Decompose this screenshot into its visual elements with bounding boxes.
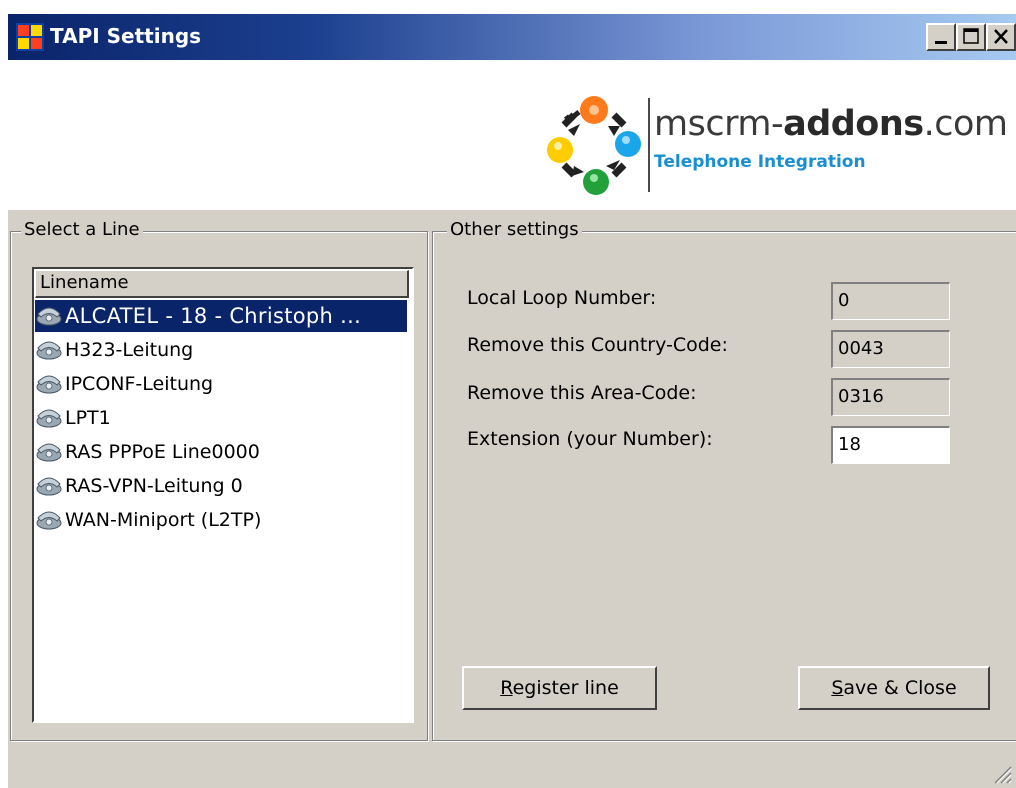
telephone-icon bbox=[35, 508, 65, 532]
line-list-item-label: WAN-Miniport (L2TP) bbox=[65, 509, 262, 531]
area-code-label: Remove this Area-Code: bbox=[467, 382, 697, 404]
close-button[interactable] bbox=[986, 23, 1016, 51]
maximize-icon bbox=[963, 28, 979, 44]
line-list-item-label: IPCONF-Leitung bbox=[65, 373, 214, 395]
country-code-label: Remove this Country-Code: bbox=[467, 334, 728, 356]
line-list-item[interactable]: H323-Leitung bbox=[35, 334, 193, 366]
save-close-button[interactable]: Save & Close bbox=[798, 666, 990, 710]
logo-tagline: Telephone Integration bbox=[654, 152, 866, 172]
telephone-icon bbox=[35, 440, 65, 464]
app-icon bbox=[16, 23, 44, 51]
extension-label: Extension (your Number): bbox=[467, 428, 713, 450]
other-settings-legend: Other settings bbox=[447, 219, 582, 240]
maximize-button[interactable] bbox=[956, 23, 986, 51]
header-banner: mscrm-addons.com Telephone Integration bbox=[8, 60, 1016, 210]
local-loop-field[interactable]: 0 bbox=[831, 282, 950, 320]
line-list-item[interactable]: ALCATEL - 18 - Christoph ... bbox=[35, 300, 407, 332]
telephone-icon bbox=[35, 406, 65, 430]
resize-grip-icon[interactable] bbox=[990, 762, 1012, 784]
line-list-item-label: RAS PPPoE Line0000 bbox=[65, 441, 260, 463]
logo-wordmark: mscrm-addons.com bbox=[654, 104, 1008, 144]
select-line-legend: Select a Line bbox=[21, 219, 143, 240]
country-code-field[interactable]: 0043 bbox=[831, 330, 950, 368]
line-listbox[interactable]: Linename ALCATEL - 18 - Christoph ... H32… bbox=[32, 267, 414, 723]
line-list-item[interactable]: RAS PPPoE Line0000 bbox=[35, 436, 260, 468]
telephone-icon bbox=[35, 304, 65, 328]
tapi-settings-window: TAPI Settings mscrm-addons.com Telephone… bbox=[8, 14, 1016, 788]
line-list-item-label: LPT1 bbox=[65, 407, 111, 429]
line-list-item-label: ALCATEL - 18 - Christoph ... bbox=[65, 304, 362, 328]
minimize-button[interactable] bbox=[926, 23, 956, 51]
logo-spheres-icon bbox=[547, 96, 641, 195]
line-list-item-label: RAS-VPN-Leitung 0 bbox=[65, 475, 243, 497]
mscrm-addons-logo: mscrm-addons.com Telephone Integration bbox=[544, 90, 1014, 200]
close-icon bbox=[994, 29, 1008, 44]
column-header-linename[interactable]: Linename bbox=[35, 270, 409, 298]
register-line-button[interactable]: Register line bbox=[462, 666, 657, 710]
local-loop-label: Local Loop Number: bbox=[467, 287, 657, 309]
extension-field[interactable]: 18 bbox=[831, 426, 950, 464]
minimize-icon bbox=[935, 41, 947, 44]
window-title: TAPI Settings bbox=[50, 24, 202, 48]
logo-divider bbox=[648, 98, 650, 192]
line-list-item-label: H323-Leitung bbox=[65, 339, 194, 361]
line-list-item[interactable]: IPCONF-Leitung bbox=[35, 368, 213, 400]
line-list-item[interactable]: WAN-Miniport (L2TP) bbox=[35, 504, 261, 536]
telephone-icon bbox=[35, 338, 65, 362]
title-bar[interactable]: TAPI Settings bbox=[8, 14, 1016, 60]
line-list-item[interactable]: RAS-VPN-Leitung 0 bbox=[35, 470, 243, 502]
telephone-icon bbox=[35, 474, 65, 498]
area-code-field[interactable]: 0316 bbox=[831, 378, 950, 416]
telephone-icon bbox=[35, 372, 65, 396]
line-list-item[interactable]: LPT1 bbox=[35, 402, 111, 434]
